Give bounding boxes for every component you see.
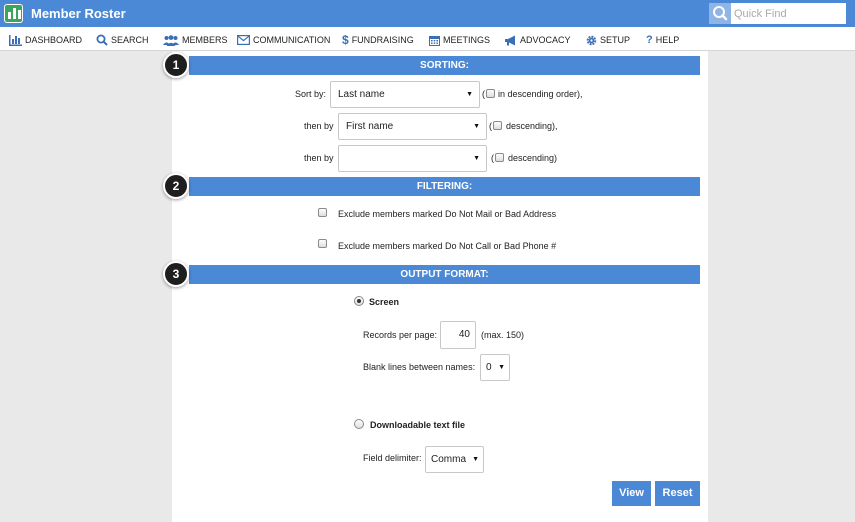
users-icon <box>163 34 179 46</box>
nav-label: MEMBERS <box>182 35 228 45</box>
nav-fundraising[interactable]: $ FUNDRAISING <box>342 33 414 47</box>
nav-label: HELP <box>655 35 680 45</box>
sort-by-label: Sort by: <box>295 89 327 99</box>
select-value: First name <box>346 121 394 132</box>
then-by-desc-label-2: descending) <box>508 153 558 163</box>
records-per-page-input[interactable]: 40 <box>440 321 476 349</box>
nav-label: ADVOCACY <box>520 35 571 45</box>
reset-button[interactable]: Reset <box>655 481 700 506</box>
nav-setup[interactable]: SETUP <box>586 33 630 47</box>
quick-find-input[interactable] <box>731 3 846 24</box>
then-by-label-1: then by <box>304 121 334 131</box>
gear-icon <box>586 35 597 45</box>
then-by-select-1[interactable]: First name ▼ <box>338 113 487 140</box>
envelope-icon <box>237 35 250 45</box>
field-delimiter-label: Field delimiter: <box>363 453 422 463</box>
chevron-down-icon: ▼ <box>473 155 480 162</box>
sort-by-desc-checkbox[interactable] <box>486 89 495 98</box>
blank-lines-label: Blank lines between names: <box>363 362 476 372</box>
filtering-header: FILTERING: <box>189 177 700 196</box>
nav-advocacy[interactable]: ADVOCACY <box>504 33 571 47</box>
quick-find-button[interactable] <box>709 3 731 24</box>
nav-label: COMMUNICATION <box>253 35 331 45</box>
nav-label: SETUP <box>600 35 631 45</box>
top-bar: Member Roster <box>0 0 855 27</box>
nav-label: FUNDRAISING <box>351 35 414 45</box>
then-by-label-2: then by <box>304 153 334 163</box>
dollar-icon: $ <box>342 33 349 47</box>
chevron-down-icon: ▼ <box>473 123 480 130</box>
download-label: Downloadable text file <box>370 420 466 430</box>
nav-members[interactable]: MEMBERS <box>163 33 228 47</box>
records-max-label: (max. 150) <box>481 330 525 340</box>
app-title: Member Roster <box>31 6 126 21</box>
nav-label: SEARCH <box>111 35 149 45</box>
then-by-desc-label-1: descending), <box>506 121 558 131</box>
sorting-header: SORTING: <box>189 56 700 75</box>
app-logo-icon <box>4 4 23 23</box>
then-by-desc-checkbox-2[interactable] <box>495 153 504 162</box>
select-value: Last name <box>338 89 385 100</box>
exclude-mail-checkbox[interactable] <box>318 208 327 217</box>
nav-dashboard[interactable]: DASHBOARD <box>9 33 82 47</box>
chevron-down-icon: ▼ <box>472 456 479 463</box>
chevron-down-icon: ▼ <box>466 91 473 98</box>
records-per-page-label: Records per page: <box>363 330 438 340</box>
step-badge-1: 1 <box>163 52 189 78</box>
main-nav: DASHBOARD SEARCH MEMBERS COMMUNICATION $… <box>0 27 855 51</box>
exclude-call-checkbox[interactable] <box>318 239 327 248</box>
download-radio[interactable] <box>354 419 364 429</box>
select-value: 0 <box>486 362 492 373</box>
step-badge-3: 3 <box>163 261 189 287</box>
exclude-mail-label: Exclude members marked Do Not Mail or Ba… <box>338 209 557 219</box>
view-button[interactable]: View <box>612 481 651 506</box>
open-paren: ( <box>482 89 485 99</box>
open-paren: ( <box>489 121 492 131</box>
calendar-icon <box>429 35 440 46</box>
open-paren: ( <box>491 153 494 163</box>
megaphone-icon <box>505 35 515 45</box>
bar-chart-icon <box>9 34 22 46</box>
question-icon: ? <box>646 34 653 46</box>
search-icon <box>96 34 108 46</box>
screen-label: Screen <box>369 297 400 307</box>
nav-search[interactable]: SEARCH <box>96 33 149 47</box>
chevron-down-icon: ▼ <box>498 364 505 371</box>
blank-lines-select[interactable]: 0 ▼ <box>480 354 510 381</box>
nav-meetings[interactable]: MEETINGS <box>429 33 490 47</box>
screen-radio[interactable] <box>354 296 364 306</box>
search-icon <box>713 6 728 21</box>
nav-label: DASHBOARD <box>25 35 83 45</box>
nav-help[interactable]: ? HELP <box>646 33 679 47</box>
select-value: Comma <box>431 454 467 465</box>
exclude-call-label: Exclude members marked Do Not Call or Ba… <box>338 241 557 251</box>
output-format-header: OUTPUT FORMAT: <box>189 265 700 284</box>
nav-label: MEETINGS <box>443 35 491 45</box>
then-by-select-2[interactable]: ▼ <box>338 145 487 172</box>
then-by-desc-checkbox-1[interactable] <box>493 121 502 130</box>
field-delimiter-select[interactable]: Comma ▼ <box>425 446 484 473</box>
sort-by-select[interactable]: Last name ▼ <box>330 81 480 108</box>
nav-communication[interactable]: COMMUNICATION <box>237 33 330 47</box>
sort-by-desc-label: in descending order), <box>498 89 583 99</box>
step-badge-2: 2 <box>163 173 189 199</box>
